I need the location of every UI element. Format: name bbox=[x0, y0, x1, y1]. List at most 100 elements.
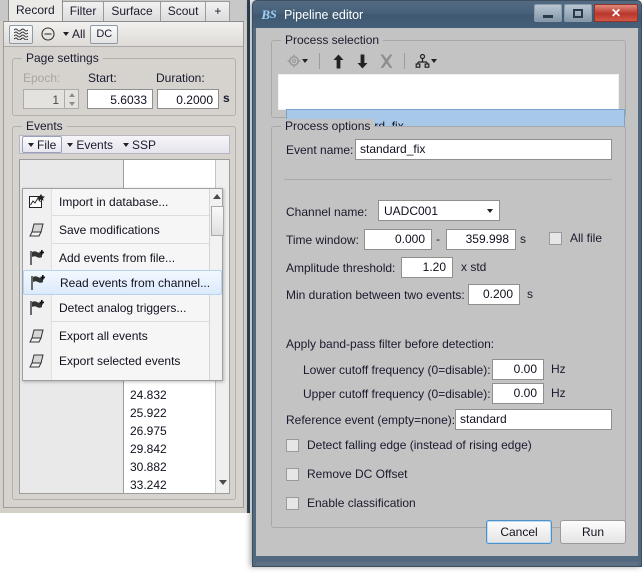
maximize-button[interactable] bbox=[564, 4, 592, 22]
chevron-down-icon bbox=[67, 143, 73, 147]
start-label: Start: bbox=[88, 71, 117, 85]
dc-button[interactable]: DC bbox=[90, 25, 118, 44]
chevron-down-icon bbox=[28, 143, 34, 147]
menu-file[interactable]: File bbox=[22, 136, 62, 153]
epoch-stepper-down[interactable] bbox=[65, 99, 78, 108]
remove-dc-offset-checkbox[interactable]: Remove DC Offset bbox=[286, 467, 407, 481]
dialog-right-border bbox=[638, 28, 641, 566]
list-item[interactable]: 26.975 bbox=[124, 422, 229, 440]
min-duration-input[interactable]: 0.200 bbox=[468, 284, 520, 305]
process-list[interactable]: Detect: standard_fix bbox=[278, 74, 619, 110]
epoch-input[interactable]: 1 bbox=[23, 89, 65, 109]
menu-events[interactable]: Events bbox=[62, 136, 118, 153]
dialog-bottom-border bbox=[256, 556, 638, 562]
tab-record[interactable]: Record bbox=[8, 0, 63, 21]
delete-process-button[interactable] bbox=[375, 51, 397, 71]
list-item[interactable]: 29.842 bbox=[124, 440, 229, 458]
import-database-glyph bbox=[29, 194, 45, 209]
list-item[interactable]: 24.832 bbox=[124, 386, 229, 404]
dialog-button-row: Cancel Run bbox=[486, 520, 626, 544]
lower-cutoff-label: Lower cutoff frequency (0=disable): bbox=[303, 363, 491, 377]
menu-separator bbox=[52, 321, 218, 322]
menu-item-read-events-from-channel[interactable]: Read events from channel... bbox=[23, 270, 222, 295]
checkbox-icon[interactable] bbox=[286, 497, 299, 510]
enable-classification-checkbox[interactable]: Enable classification bbox=[286, 496, 416, 510]
add-event-flag-glyph bbox=[30, 275, 46, 291]
panel-tabstrip: Record Filter Surface Scout + bbox=[0, 0, 247, 21]
reference-event-label: Reference event (empty=none): bbox=[286, 413, 455, 427]
event-name-input[interactable]: standard_fix bbox=[355, 139, 612, 160]
screen-root: Record Filter Surface Scout + bbox=[0, 0, 642, 573]
import-database-icon bbox=[23, 189, 51, 214]
add-event-flag-icon bbox=[24, 270, 52, 295]
montage-selector[interactable]: All bbox=[63, 27, 85, 41]
dialog-body-inner: Process selection bbox=[256, 28, 638, 556]
record-toolbar: All DC bbox=[4, 22, 243, 47]
epoch-stepper[interactable] bbox=[65, 89, 79, 109]
waves-icon[interactable] bbox=[9, 25, 33, 44]
move-up-button[interactable] bbox=[327, 51, 349, 71]
detect-falling-edge-label: Detect falling edge (instead of rising e… bbox=[307, 438, 532, 452]
record-panel-inner: All DC Page settings Epoch: Start: Durat… bbox=[3, 21, 244, 508]
reference-event-input[interactable]: standard bbox=[455, 409, 612, 430]
run-button[interactable]: Run bbox=[560, 520, 626, 544]
pipeline-tree-icon bbox=[415, 54, 430, 69]
tab-filter[interactable]: Filter bbox=[62, 1, 105, 21]
circle-minus-icon[interactable] bbox=[38, 25, 58, 44]
menu-item-save-modifications[interactable]: Save modifications bbox=[23, 217, 222, 242]
menu-item-detect-analog-triggers[interactable]: Detect analog triggers... bbox=[23, 295, 222, 320]
time-window-start-input[interactable]: 0.000 bbox=[364, 229, 432, 250]
tab-scout[interactable]: Scout bbox=[160, 1, 207, 21]
upper-cutoff-input[interactable]: 0.00 bbox=[492, 383, 544, 404]
amplitude-threshold-unit: x std bbox=[461, 260, 486, 274]
scroll-down-arrow-icon[interactable] bbox=[219, 480, 227, 485]
all-file-checkbox[interactable]: All file bbox=[549, 231, 602, 245]
menu-item-label: Export selected events bbox=[51, 354, 180, 368]
menu-item-label: Import in database... bbox=[51, 195, 168, 209]
min-duration-label: Min duration between two events: bbox=[286, 288, 465, 302]
time-window-end-input[interactable]: 359.998 bbox=[446, 229, 516, 250]
list-item[interactable]: 30.882 bbox=[124, 458, 229, 476]
triangle-down-icon bbox=[69, 102, 75, 106]
dc-button-label: DC bbox=[96, 28, 112, 40]
montage-selector-label: All bbox=[72, 27, 85, 41]
gear-dropdown-button[interactable] bbox=[282, 51, 312, 71]
duration-label: Duration: bbox=[156, 71, 205, 85]
menu-item-add-events-from-file[interactable]: Add events from file... bbox=[23, 245, 222, 270]
menu-item-export-all-events[interactable]: Export all events bbox=[23, 323, 222, 348]
checkbox-icon[interactable] bbox=[286, 468, 299, 481]
bandpass-label: Apply band-pass filter before detection: bbox=[286, 337, 494, 351]
toolbar-separator bbox=[319, 53, 320, 69]
start-input[interactable]: 5.6033 bbox=[87, 89, 153, 109]
menu-ssp-label: SSP bbox=[132, 138, 156, 152]
dialog-titlebar[interactable]: BS Pipeline editor ✕ bbox=[253, 1, 641, 28]
checkbox-icon[interactable] bbox=[549, 232, 562, 245]
menu-item-export-selected-events[interactable]: Export selected events bbox=[23, 348, 222, 373]
move-down-button[interactable] bbox=[351, 51, 373, 71]
close-icon: ✕ bbox=[611, 6, 621, 20]
lower-cutoff-input[interactable]: 0.00 bbox=[492, 359, 544, 380]
menu-item-import-in-database[interactable]: Import in database... bbox=[23, 189, 222, 214]
channel-name-select[interactable]: UADC001 bbox=[378, 200, 500, 221]
tab-surface[interactable]: Surface bbox=[103, 1, 160, 21]
list-item[interactable]: 25.922 bbox=[124, 404, 229, 422]
pipeline-tree-button[interactable] bbox=[412, 51, 440, 71]
detect-falling-edge-checkbox[interactable]: Detect falling edge (instead of rising e… bbox=[286, 438, 532, 452]
checkbox-icon[interactable] bbox=[286, 439, 299, 452]
amplitude-threshold-input[interactable]: 1.20 bbox=[401, 257, 453, 278]
tab-add[interactable]: + bbox=[205, 1, 230, 21]
brainstorm-logo-icon: BS bbox=[261, 7, 277, 23]
circle-minus-glyph bbox=[41, 27, 55, 41]
move-down-icon bbox=[357, 54, 368, 69]
epoch-stepper-up[interactable] bbox=[65, 90, 78, 99]
menu-ssp[interactable]: SSP bbox=[118, 136, 161, 153]
close-button[interactable]: ✕ bbox=[594, 4, 638, 22]
duration-input[interactable]: 0.2000 bbox=[157, 89, 219, 109]
cancel-button[interactable]: Cancel bbox=[486, 520, 552, 544]
list-item[interactable]: 33.242 bbox=[124, 476, 229, 493]
save-diamond-glyph bbox=[29, 223, 46, 237]
window-buttons: ✕ bbox=[534, 4, 638, 22]
minimize-button[interactable] bbox=[534, 4, 562, 22]
menu-item-label: Add events from file... bbox=[51, 251, 175, 265]
page-duration-unit: s bbox=[223, 91, 230, 105]
